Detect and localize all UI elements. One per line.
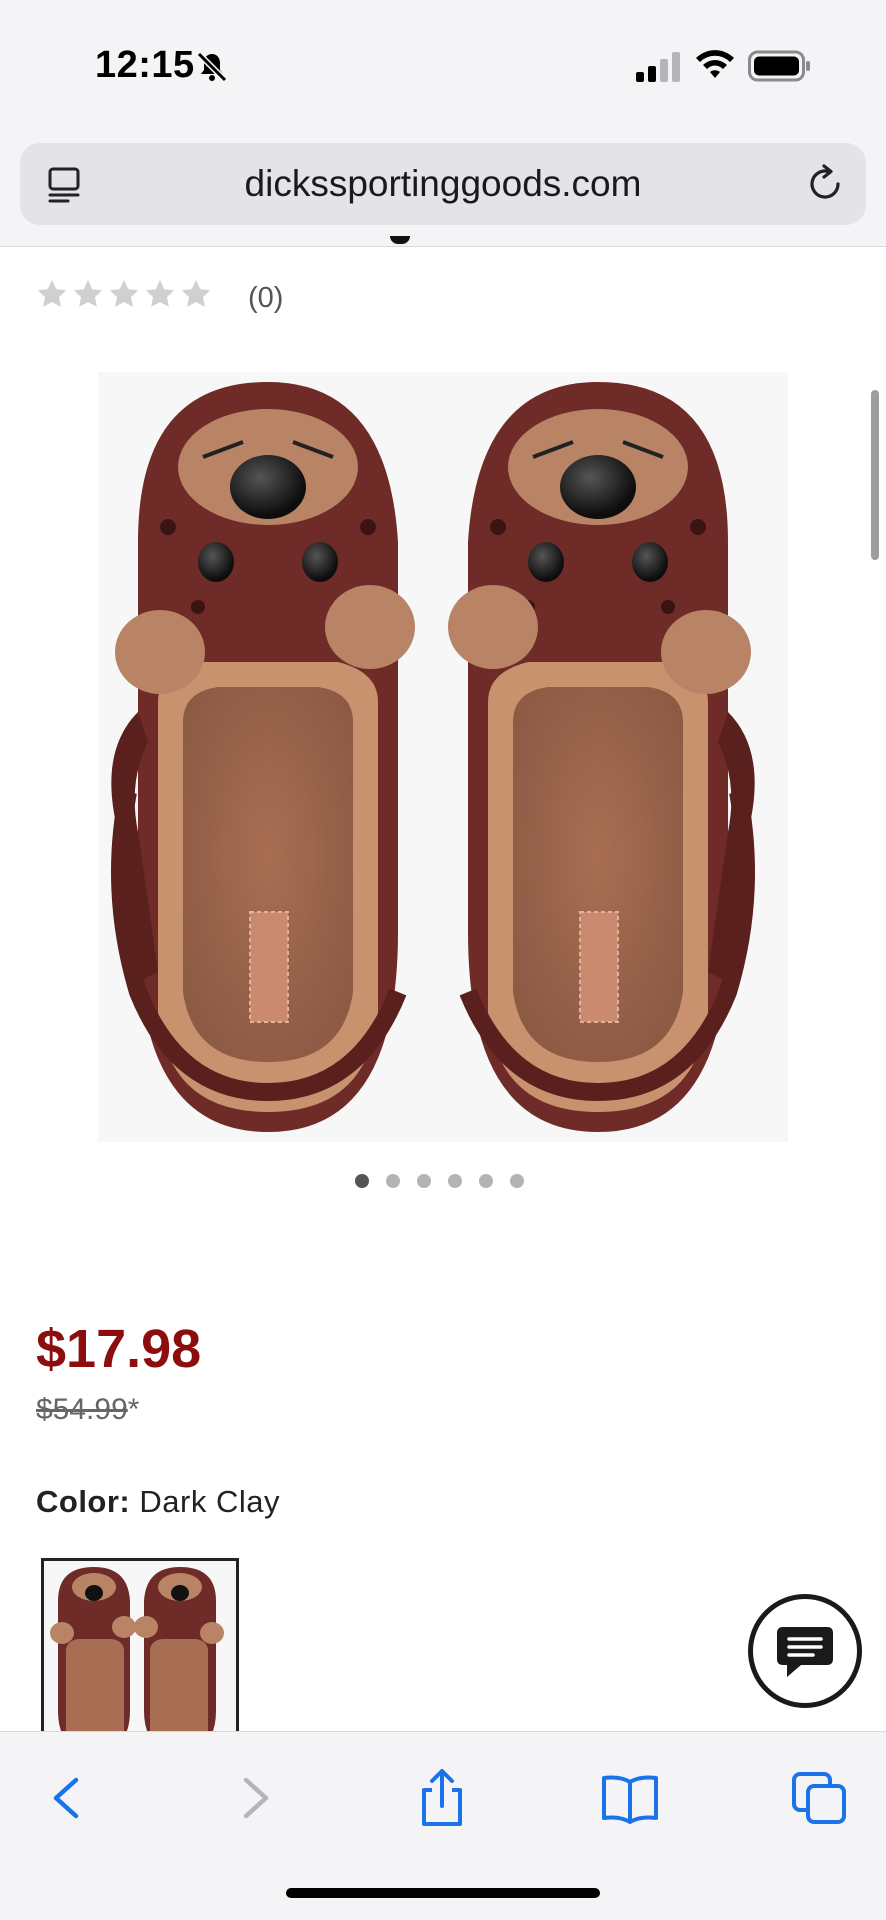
tabs-icon[interactable] (790, 1768, 850, 1828)
color-label: Color: (36, 1484, 131, 1519)
color-swatch-dark-clay[interactable] (41, 1558, 239, 1738)
status-bar: 12:15 (0, 0, 886, 135)
star-empty-icon (73, 280, 103, 307)
color-value: Dark Clay (139, 1484, 280, 1519)
wifi-icon (696, 50, 734, 78)
star-empty-icon (109, 280, 139, 307)
url-bar[interactable]: dickssportinggoods.com (20, 143, 866, 225)
home-indicator[interactable] (286, 1888, 600, 1898)
bookmarks-icon[interactable] (600, 1768, 660, 1828)
carousel-dot[interactable] (510, 1174, 524, 1188)
cellular-signal-icon (636, 52, 680, 82)
left-clog (111, 382, 415, 1132)
carousel-dot[interactable] (479, 1174, 493, 1188)
chat-icon (777, 1627, 833, 1677)
sale-price: $17.98 (36, 1319, 202, 1379)
original-price-value: $54.99 (36, 1393, 128, 1426)
color-row: Color: Dark Clay (36, 1484, 280, 1520)
forward-icon[interactable] (226, 1768, 286, 1828)
right-clog (448, 382, 755, 1132)
review-count[interactable]: (0) (248, 282, 283, 315)
share-icon[interactable] (412, 1768, 472, 1828)
star-empty-icon (145, 280, 175, 307)
carousel-dots[interactable] (355, 1174, 524, 1188)
original-price-suffix: * (127, 1393, 140, 1426)
silent-bell-icon (196, 51, 228, 83)
product-image[interactable] (98, 372, 788, 1142)
browser-address-area: dickssportinggoods.com (0, 135, 886, 247)
battery-icon (748, 50, 810, 82)
carousel-dot[interactable] (355, 1174, 369, 1188)
chat-button[interactable] (748, 1594, 862, 1708)
carousel-dot[interactable] (448, 1174, 462, 1188)
status-time: 12:15 (95, 44, 195, 86)
page-scroll-indicator[interactable] (871, 390, 879, 560)
carousel-dot[interactable] (386, 1174, 400, 1188)
star-empty-icon (181, 280, 211, 307)
back-icon[interactable] (36, 1768, 96, 1828)
rating-stars[interactable] (36, 278, 212, 310)
reload-icon[interactable] (804, 163, 846, 205)
original-price: $54.99* (36, 1393, 139, 1427)
carousel-dot[interactable] (417, 1174, 431, 1188)
star-empty-icon (37, 280, 67, 307)
product-title-partial (360, 236, 420, 248)
url-text[interactable]: dickssportinggoods.com (20, 163, 866, 205)
